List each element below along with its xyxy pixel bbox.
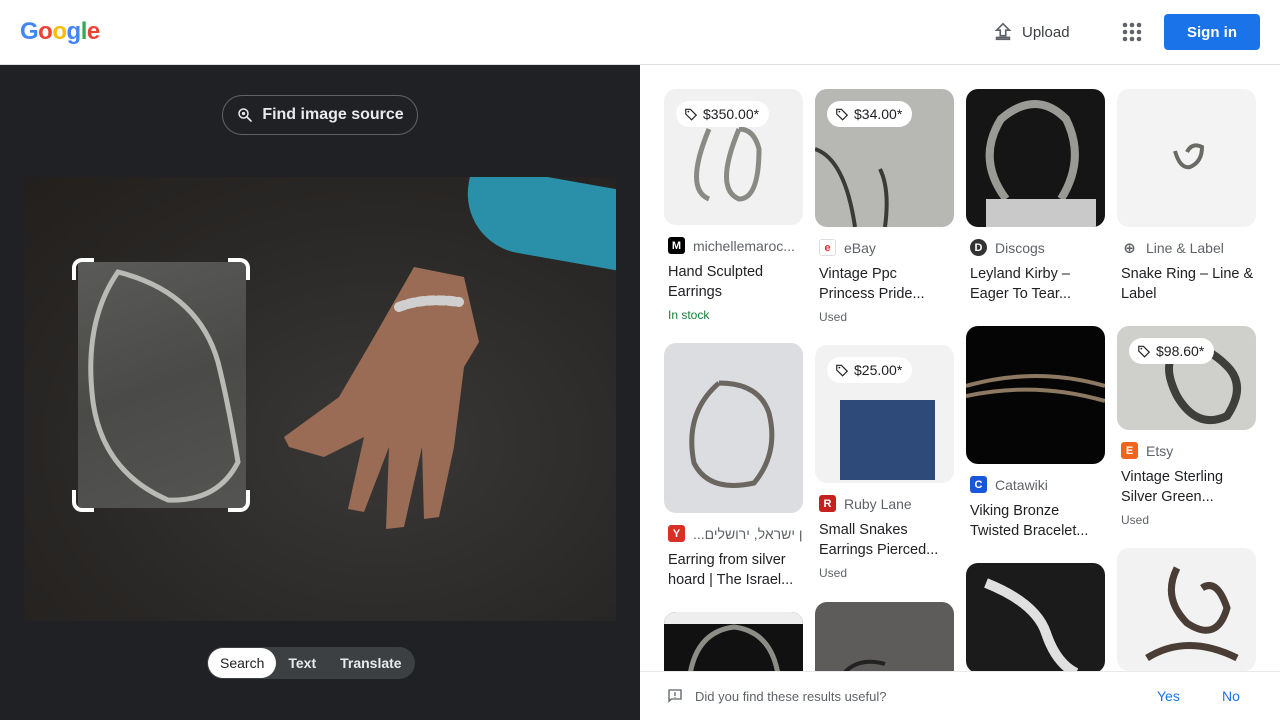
result-thumbnail[interactable] xyxy=(1117,548,1256,671)
result-thumbnail[interactable]: $25.00* xyxy=(815,345,954,483)
tab-search[interactable]: Search xyxy=(208,648,277,678)
result-thumbnail[interactable]: $98.60* xyxy=(1117,326,1256,430)
search-mode-tabs: Search Text Translate xyxy=(207,647,415,679)
result-thumbnail[interactable]: $34.00* xyxy=(815,89,954,227)
price-badge: $25.00* xyxy=(827,357,913,383)
selected-crop-region[interactable] xyxy=(78,262,246,508)
result-source: Mmichellemaroc... xyxy=(664,237,803,254)
sign-in-button[interactable]: Sign in xyxy=(1164,14,1260,50)
crop-handle-top-right[interactable] xyxy=(228,258,250,280)
site-favicon-icon: C xyxy=(970,476,987,493)
result-thumbnail[interactable] xyxy=(966,89,1105,227)
result-card[interactable]: $25.00* R Ruby Lane Small Snakes Earrings… xyxy=(815,345,954,580)
result-title[interactable]: Vintage Sterling Silver Green... xyxy=(1117,467,1256,507)
price-badge: $34.00* xyxy=(827,101,913,127)
result-title[interactable]: Leyland Kirby – Eager To Tear... xyxy=(966,264,1105,304)
lens-search-icon xyxy=(238,108,253,122)
find-image-source-button[interactable]: Find image source xyxy=(222,95,418,135)
result-thumbnail[interactable]: $350.00* xyxy=(664,89,803,225)
apps-grid-icon[interactable] xyxy=(1121,21,1143,43)
result-source: D Discogs xyxy=(966,239,1105,256)
price-tag-icon xyxy=(1138,345,1151,358)
result-title[interactable]: Vintage Ppc Princess Pride... xyxy=(815,264,954,304)
crop-handle-bottom-right[interactable] xyxy=(228,490,250,512)
upload-icon xyxy=(994,22,1012,41)
site-favicon-icon: R xyxy=(819,495,836,512)
site-favicon-icon: Y xyxy=(668,525,685,542)
result-availability: In stock xyxy=(668,308,710,322)
result-thumbnail[interactable] xyxy=(966,326,1105,464)
google-logo[interactable]: Google xyxy=(20,18,100,46)
result-thumbnail[interactable] xyxy=(1117,89,1256,227)
result-card[interactable]: D Discogs Leyland Kirby – Eager To Tear..… xyxy=(966,89,1105,304)
tab-text[interactable]: Text xyxy=(276,648,328,678)
result-source: Y ...ן ישראל, ירושלים xyxy=(664,525,803,542)
result-source: R Ruby Lane xyxy=(815,495,954,512)
hand-illustration xyxy=(284,267,479,529)
result-condition: Used xyxy=(1121,513,1150,527)
site-favicon-icon: M xyxy=(668,237,685,254)
result-card[interactable]: ⊕ Line & Label Snake Ring – Line & Label xyxy=(1117,89,1256,304)
result-card[interactable] xyxy=(664,612,803,671)
result-card[interactable]: Y ...ן ישראל, ירושלים Earring from silver… xyxy=(664,343,803,590)
logo-letter: o xyxy=(38,18,53,45)
logo-letter: g xyxy=(66,18,82,45)
crop-handle-top-left[interactable] xyxy=(72,258,94,280)
result-card[interactable] xyxy=(966,563,1105,671)
result-title[interactable]: Viking Bronze Twisted Bracelet... xyxy=(966,501,1105,541)
result-thumbnail[interactable] xyxy=(664,343,803,513)
site-favicon-icon: D xyxy=(970,239,987,256)
price-tag-icon xyxy=(836,108,849,121)
feedback-bar: Did you find these results useful? Yes N… xyxy=(640,671,1280,720)
result-card[interactable] xyxy=(1117,548,1256,671)
result-title[interactable]: Snake Ring – Line & Label xyxy=(1117,264,1256,304)
result-title[interactable]: Small Snakes Earrings Pierced... xyxy=(815,520,954,560)
site-favicon-icon: E xyxy=(1121,442,1138,459)
result-thumbnail[interactable] xyxy=(664,612,803,671)
site-favicon-icon: e xyxy=(819,239,836,256)
upload-button[interactable]: Upload xyxy=(992,18,1070,46)
result-card[interactable]: $350.00* Mmichellemaroc... Hand Sculpted… xyxy=(664,89,803,322)
result-title[interactable]: Hand Sculpted Earrings xyxy=(664,262,803,302)
price-badge: $98.60* xyxy=(1129,338,1215,364)
result-condition: Used xyxy=(819,566,848,580)
feedback-icon xyxy=(668,689,682,703)
query-image xyxy=(24,177,616,621)
result-thumbnail[interactable] xyxy=(815,602,954,671)
price-tag-icon xyxy=(685,108,698,121)
result-condition: Used xyxy=(819,310,848,324)
crop-handle-bottom-left[interactable] xyxy=(72,490,94,512)
feedback-yes-button[interactable]: Yes xyxy=(1157,688,1180,704)
image-preview-pane: Find image source Search Text Translate xyxy=(0,65,640,720)
tab-translate[interactable]: Translate xyxy=(328,648,413,678)
globe-icon: ⊕ xyxy=(1123,239,1136,257)
price-badge: $350.00* xyxy=(676,101,770,127)
logo-letter: o xyxy=(52,18,67,45)
logo-letter: G xyxy=(20,18,39,45)
result-card[interactable] xyxy=(815,602,954,671)
result-card[interactable]: C Catawiki Viking Bronze Twisted Bracelet… xyxy=(966,326,1105,541)
price-tag-icon xyxy=(836,364,849,377)
feedback-question: Did you find these results useful? xyxy=(695,688,887,704)
result-thumbnail[interactable] xyxy=(966,563,1105,671)
result-source: C Catawiki xyxy=(966,476,1105,493)
result-card[interactable]: $98.60* E Etsy Vintage Sterling Silver Gr… xyxy=(1117,326,1256,527)
feedback-no-button[interactable]: No xyxy=(1222,688,1240,704)
result-title[interactable]: Earring from silver hoard | The Israel..… xyxy=(664,550,803,590)
header: Google Upload Sign in xyxy=(0,0,1280,65)
find-image-source-label: Find image source xyxy=(262,106,404,123)
upload-label: Upload xyxy=(1022,23,1070,41)
visual-matches-grid: $350.00* Mmichellemaroc... Hand Sculpted… xyxy=(640,65,1280,671)
result-source: ⊕ Line & Label xyxy=(1117,239,1256,257)
result-source: e eBay xyxy=(815,239,954,256)
logo-letter: e xyxy=(86,18,100,45)
result-card[interactable]: $34.00* e eBay Vintage Ppc Princess Pride… xyxy=(815,89,954,324)
result-source: E Etsy xyxy=(1117,442,1256,459)
